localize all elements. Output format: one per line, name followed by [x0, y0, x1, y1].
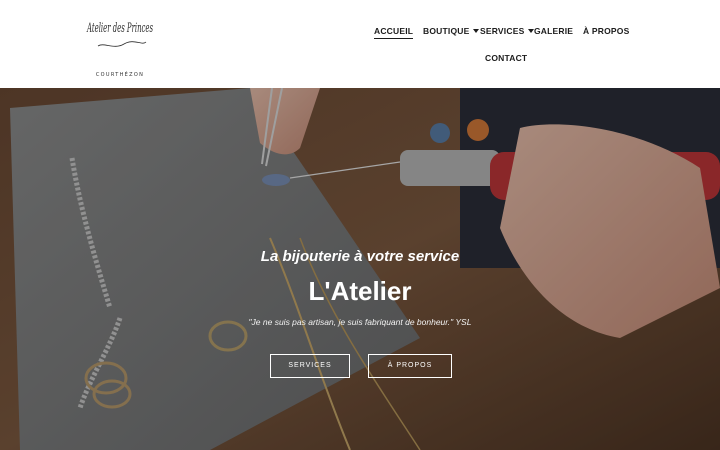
site-header: Atelier des Princes COURTHÉZON ACCUEIL B…: [0, 0, 720, 88]
nav-label-galerie: GALERIE: [534, 26, 574, 36]
main-nav: ACCUEIL BOUTIQUE SERVICES GALERIE À PROP…: [360, 20, 660, 70]
svg-text:Atelier des Princes: Atelier des Princes: [86, 21, 153, 36]
nav-label-contact: CONTACT: [485, 53, 528, 63]
services-button[interactable]: SERVICES: [270, 354, 350, 378]
hero-tagline: La bijouterie à votre service: [260, 248, 460, 265]
logo-script-text: Atelier des Princes: [86, 21, 153, 47]
apropos-button[interactable]: À PROPOS: [368, 354, 452, 378]
nav-item-services[interactable]: SERVICES: [480, 26, 535, 36]
nav-label-services: SERVICES: [480, 26, 525, 36]
logo-subtitle: COURTHÉZON: [95, 72, 145, 78]
hero-overlay: [0, 88, 720, 450]
nav-item-galerie[interactable]: GALERIE: [534, 26, 573, 36]
hero-title: L'Atelier: [308, 276, 412, 306]
chevron-down-icon: [473, 29, 480, 33]
hero-quote: "Je ne suis pas artisan, je suis fabriqu…: [248, 317, 472, 327]
nav-label-boutique: BOUTIQUE: [423, 26, 470, 36]
hero-section: La bijouterie à votre service L'Atelier …: [0, 88, 720, 450]
site-logo[interactable]: Atelier des Princes COURTHÉZON: [80, 14, 160, 78]
nav-item-boutique[interactable]: BOUTIQUE: [423, 26, 480, 36]
nav-item-apropos[interactable]: À PROPOS: [583, 26, 629, 36]
nav-item-contact[interactable]: CONTACT: [485, 53, 527, 63]
nav-item-accueil[interactable]: ACCUEIL: [374, 26, 414, 39]
nav-label-apropos: À PROPOS: [583, 26, 630, 36]
nav-label-accueil: ACCUEIL: [374, 26, 414, 36]
